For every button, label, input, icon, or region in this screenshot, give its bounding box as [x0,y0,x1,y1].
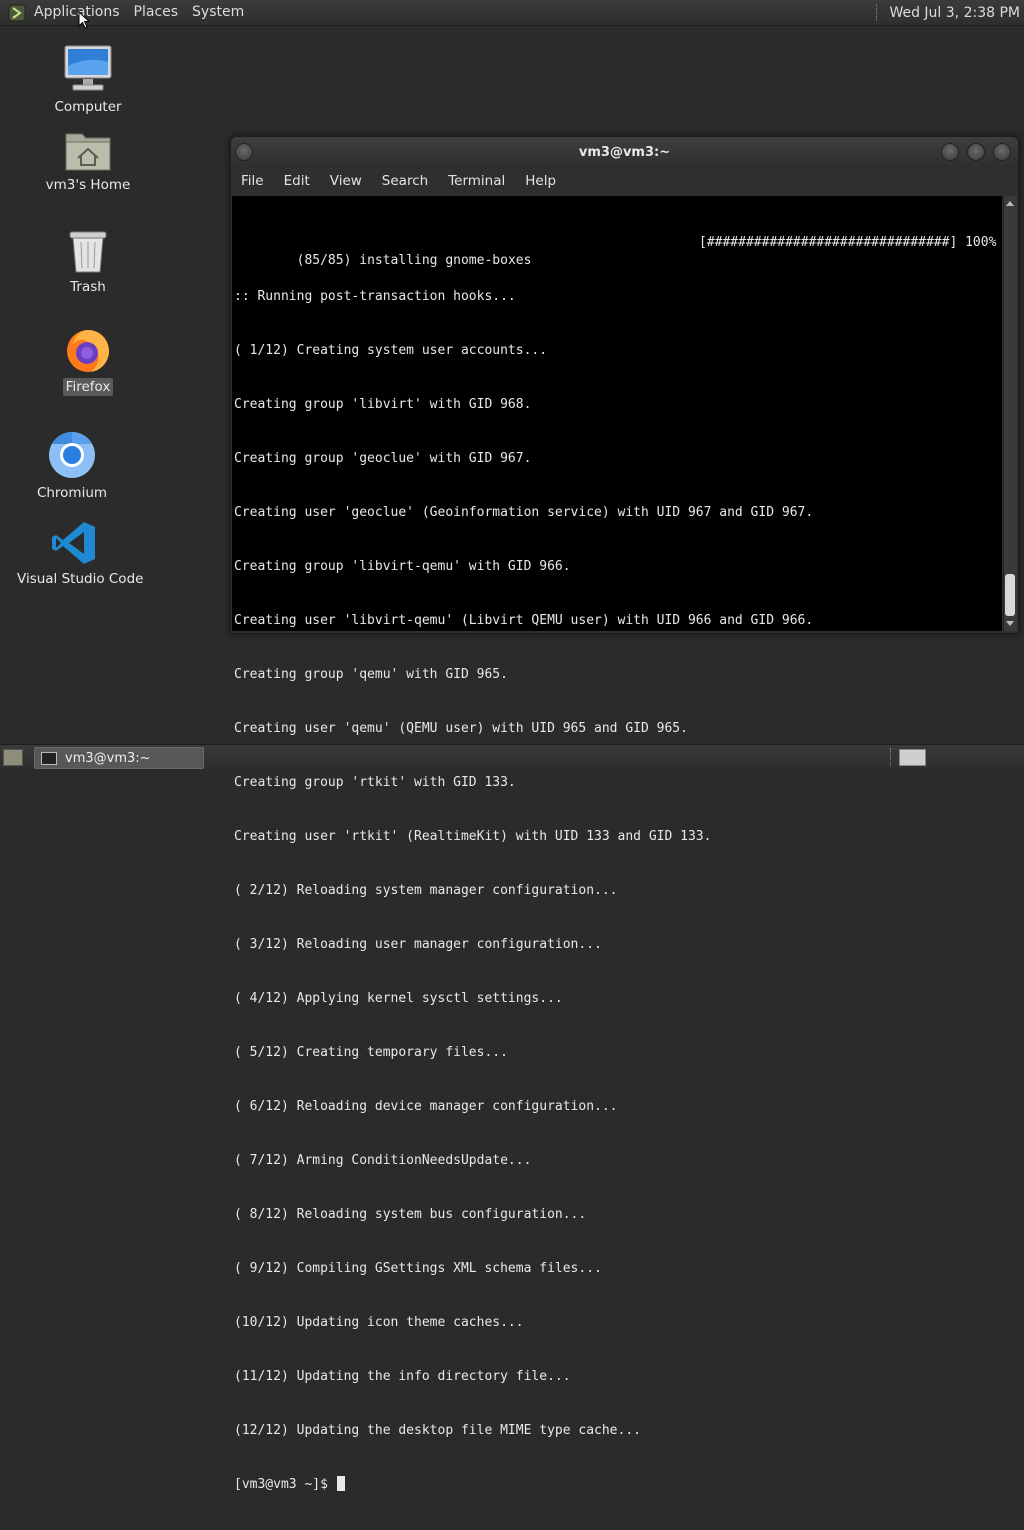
panel-separator [890,748,891,766]
menu-file[interactable]: File [231,173,274,189]
system-menu[interactable]: System [185,0,251,25]
terminal-line: ( 4/12) Applying kernel sysctl settings.… [234,991,563,1006]
show-desktop-icon[interactable] [3,749,23,766]
panel-separator [876,4,879,21]
desktop-icon-label: Visual Studio Code [17,571,144,587]
clock[interactable]: Wed Jul 3, 2:38 PM [889,5,1020,21]
vscode-icon [52,522,95,564]
terminal-line: (11/12) Updating the info directory file… [234,1369,571,1384]
terminal-line: ( 2/12) Reloading system manager configu… [234,883,618,898]
terminal-line: Creating user 'rtkit' (RealtimeKit) with… [234,829,712,844]
window-title: vm3@vm3:~ [578,144,671,160]
terminal-scrollbar[interactable] [1003,196,1017,631]
window-menu-button[interactable] [235,143,253,161]
terminal-line: Creating group 'geoclue' with GID 967. [234,451,532,466]
home-folder-icon [65,133,111,171]
trash-icon [69,231,107,273]
progress-bar-text: [###############################] 100% [699,235,997,250]
terminal-line: ( 3/12) Reloading user manager configura… [234,937,602,952]
terminal-line: (10/12) Updating icon theme caches... [234,1315,524,1330]
top-panel: Applications Places System Wed Jul 3, 2:… [0,0,1024,26]
terminal-output[interactable]: (85/85) installing gnome-boxes [########… [232,196,1002,1492]
terminal-line: Creating group 'rtkit' with GID 133. [234,775,516,790]
terminal-prompt-line[interactable]: [vm3@vm3 ~]$ [234,1476,1002,1494]
menu-search[interactable]: Search [372,173,438,189]
desktop-icon-label: vm3's Home [45,177,131,193]
mouse-pointer-icon [78,11,90,29]
clock-area: Wed Jul 3, 2:38 PM [876,0,1020,25]
menu-edit[interactable]: Edit [274,173,320,189]
minimize-button[interactable] [941,143,959,161]
taskbar-button-label: vm3@vm3:~ [65,750,151,766]
terminal-line: ( 8/12) Reloading system bus configurati… [234,1207,587,1222]
terminal-line: Creating group 'qemu' with GID 965. [234,667,508,682]
applications-logo-icon[interactable] [8,4,26,22]
terminal-line: Creating user 'geoclue' (Geoinformation … [234,505,814,520]
scrollbar-thumb[interactable] [1005,574,1015,616]
desktop-icon-vscode[interactable]: Visual Studio Code [14,520,143,588]
terminal-menubar: File Edit View Search Terminal Help [231,167,1018,195]
terminal-line: Creating user 'libvirt-qemu' (Libvirt QE… [234,613,814,628]
terminal-line: Creating group 'libvirt' with GID 968. [234,397,532,412]
terminal-line: :: Running post-transaction hooks... [234,289,516,304]
desktop-icon-label: Firefox [62,378,114,396]
bottom-panel: vm3@vm3:~ [0,744,1024,769]
firefox-icon [67,330,109,372]
window-titlebar[interactable]: vm3@vm3:~ [231,137,1018,167]
terminal-icon [41,751,57,765]
terminal-line: ( 9/12) Compiling GSettings XML schema f… [234,1261,602,1276]
taskbar-button-terminal[interactable]: vm3@vm3:~ [34,747,204,769]
workspace-switcher[interactable] [899,749,926,766]
menu-view[interactable]: View [320,173,372,189]
terminal-prompt: [vm3@vm3 ~]$ [234,1477,336,1492]
computer-icon [64,45,112,91]
terminal-line: (85/85) installing gnome-boxes [########… [234,234,1002,268]
terminal-line: ( 1/12) Creating system user accounts... [234,343,548,358]
desktop-icon-computer[interactable]: Computer [40,44,136,116]
chromium-icon [49,432,95,478]
places-menu[interactable]: Places [127,0,186,25]
terminal-line-text: (85/85) installing gnome-boxes [296,253,532,268]
maximize-button[interactable] [967,143,985,161]
terminal-line: ( 6/12) Reloading device manager configu… [234,1099,618,1114]
desktop-icon-label: Chromium [36,485,108,501]
menu-help[interactable]: Help [515,173,566,189]
desktop-icon-chromium[interactable]: Chromium [24,430,120,502]
desktop-icon-firefox[interactable]: Firefox [40,326,136,396]
terminal-text: (85/85) installing gnome-boxes [########… [234,198,1002,1530]
menu-terminal[interactable]: Terminal [438,173,515,189]
desktop-icon-label: Trash [70,279,106,295]
scroll-up-arrow-icon[interactable] [1006,201,1014,206]
scroll-down-arrow-icon[interactable] [1006,621,1014,626]
desktop-icon-trash[interactable]: Trash [40,228,136,296]
desktop-icon-label: Computer [54,99,122,115]
terminal-line: Creating user 'qemu' (QEMU user) with UI… [234,721,688,736]
terminal-window[interactable]: vm3@vm3:~ File Edit View Search Terminal… [230,136,1019,1492]
close-button[interactable] [993,143,1011,161]
desktop-icon-home[interactable]: vm3's Home [40,128,136,194]
terminal-line: ( 5/12) Creating temporary files... [234,1045,508,1060]
terminal-line: Creating group 'libvirt-qemu' with GID 9… [234,559,571,574]
terminal-line: ( 7/12) Arming ConditionNeedsUpdate... [234,1153,532,1168]
text-cursor [336,1476,345,1491]
terminal-line: (12/12) Updating the desktop file MIME t… [234,1423,641,1438]
